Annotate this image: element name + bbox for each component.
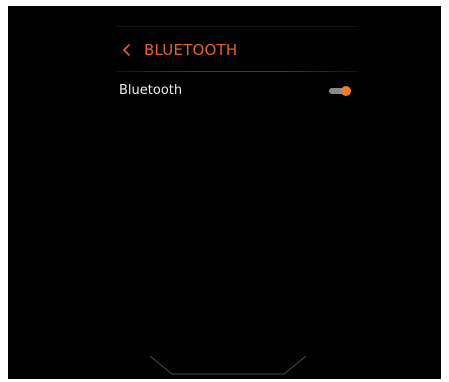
- bluetooth-setting-row[interactable]: Bluetooth: [116, 80, 358, 102]
- screen-header: BLUETOOTH: [116, 26, 358, 76]
- page-title: BLUETOOTH: [144, 41, 238, 59]
- header-top-border: [116, 26, 358, 27]
- bluetooth-settings-screen: BLUETOOTH Bluetooth: [8, 6, 441, 379]
- toggle-knob: [341, 86, 351, 96]
- bluetooth-label: Bluetooth: [119, 83, 183, 98]
- chevron-left-icon: [123, 44, 130, 56]
- header-divider: [116, 71, 358, 72]
- bluetooth-toggle[interactable]: [329, 85, 355, 97]
- bottom-frame-decoration: [8, 339, 441, 379]
- back-button[interactable]: [120, 39, 134, 61]
